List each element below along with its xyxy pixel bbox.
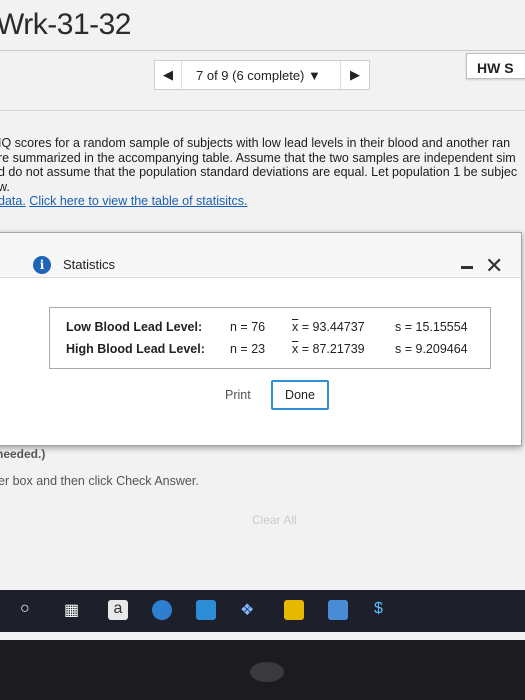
- page-title: Wrk-31-32: [0, 8, 131, 41]
- dialog-title: Statistics: [63, 257, 116, 272]
- sample-mean: x = 93.44737: [292, 320, 365, 334]
- caret-right-icon: ▶: [350, 67, 360, 82]
- question-navigator: ◀ 7 of 9 (6 complete) ▼ ▶: [154, 60, 370, 90]
- problem-line: re summarized in the accompanying table.…: [0, 150, 516, 165]
- progress-text: 7 of 9 (6 complete): [196, 67, 305, 83]
- task-view-icon[interactable]: ▦: [64, 600, 79, 620]
- sample-size: n = 23: [230, 342, 266, 356]
- problem-line: IQ scores for a random sample of subject…: [0, 136, 511, 150]
- laptop-logo: [250, 662, 284, 682]
- caret-left-icon: ◀: [163, 67, 173, 82]
- view-table-link[interactable]: Click here to view the table of statisit…: [29, 194, 247, 208]
- question-progress-dropdown[interactable]: 7 of 9 (6 complete) ▼: [182, 68, 340, 83]
- row-label: High Blood Lead Level:: [66, 342, 205, 356]
- row-label: Low Blood Lead Level:: [66, 320, 203, 334]
- previous-question-button[interactable]: ◀: [155, 61, 182, 89]
- header-divider: [0, 50, 525, 51]
- dropbox-icon[interactable]: ❖: [240, 600, 254, 620]
- dialog-header: i Statistics ✕: [0, 233, 521, 278]
- problem-text: IQ scores for a random sample of subject…: [0, 136, 525, 209]
- caret-down-icon: ▼: [308, 67, 321, 83]
- photos-icon[interactable]: [196, 600, 216, 620]
- amazon-icon[interactable]: a: [108, 600, 128, 620]
- table-row: Low Blood Lead Level: n = 76 x = 93.4473…: [50, 320, 490, 340]
- statistics-table: Low Blood Lead Level: n = 76 x = 93.4473…: [49, 307, 491, 369]
- mail-icon[interactable]: [328, 600, 348, 620]
- table-row: High Blood Lead Level: n = 23 x = 87.217…: [50, 342, 490, 362]
- dollar-app-icon[interactable]: $: [374, 600, 383, 620]
- instruction-text: er box and then click Check Answer.: [0, 474, 199, 488]
- data-link[interactable]: data.: [0, 194, 26, 208]
- needed-note: needed.): [0, 447, 46, 461]
- sample-mean: x = 87.21739: [292, 342, 365, 356]
- info-icon: i: [33, 256, 51, 274]
- statistics-dialog: i Statistics ✕ Low Blood Lead Level: n =…: [0, 232, 522, 446]
- store-icon[interactable]: [284, 600, 304, 620]
- sample-sd: s = 9.209464: [395, 342, 468, 356]
- screen: Wrk-31-32 HW S ◀ 7 of 9 (6 complete) ▼ ▶…: [0, 0, 525, 640]
- next-question-button[interactable]: ▶: [340, 61, 369, 89]
- edge-icon[interactable]: [152, 600, 172, 620]
- clear-all-button[interactable]: Clear All: [252, 513, 297, 527]
- sample-size: n = 76: [230, 320, 266, 334]
- close-icon[interactable]: ✕: [485, 255, 503, 277]
- sample-sd: s = 15.15554: [395, 320, 468, 334]
- print-button[interactable]: Print: [225, 388, 251, 402]
- problem-line: w.: [0, 179, 10, 194]
- hw-score-tab[interactable]: HW S: [466, 53, 525, 79]
- minimize-icon[interactable]: [461, 266, 473, 269]
- search-icon[interactable]: ○: [20, 600, 30, 620]
- section-divider: [0, 110, 525, 111]
- done-button[interactable]: Done: [271, 380, 329, 410]
- problem-line: d do not assume that the population stan…: [0, 165, 518, 179]
